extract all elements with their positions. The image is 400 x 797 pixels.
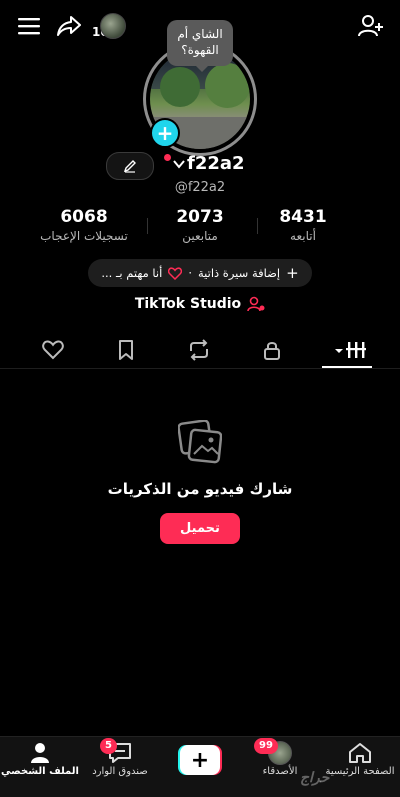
tabs-divider [0, 368, 400, 369]
photo-memories-icon [178, 420, 222, 464]
likes-label: تسجيلات الإعجاب [40, 229, 128, 243]
profile-icon [31, 743, 49, 763]
bio-pill[interactable]: + إضافة سيرة ذاتية · أنا مهتم بـ ... [88, 259, 312, 287]
stat-following[interactable]: 8431 أتابعه [248, 207, 358, 243]
nav-inbox[interactable]: 5 صندوق الوارد [80, 738, 160, 777]
divider [257, 218, 258, 234]
note-bubble[interactable]: الشاي أم القهوة؟ [167, 20, 233, 72]
add-bio-label[interactable]: إضافة سيرة ذاتية [198, 266, 280, 280]
nav-inbox-label: صندوق الوارد [92, 766, 148, 777]
nav-home[interactable]: الصفحة الرئيسية [320, 740, 400, 777]
nav-profile[interactable]: الملف الشخصي [0, 740, 80, 777]
followers-label: متابعين [182, 229, 218, 243]
bookmark-icon [119, 340, 133, 360]
viewer-thumbnail [100, 13, 126, 39]
studio-label: TikTok Studio [134, 296, 242, 312]
create-button[interactable]: + [178, 745, 222, 775]
add-friend-icon[interactable] [356, 11, 386, 41]
pencil-icon [123, 160, 136, 173]
empty-state-title: شارك فيديو من الذكريات [107, 480, 293, 498]
heart-outline-icon [42, 340, 64, 360]
profile-views-badge[interactable]: 10 [92, 13, 126, 39]
upload-button[interactable]: تحميل [160, 513, 240, 544]
create-plus: + [180, 745, 220, 775]
followers-count: 2073 [176, 207, 224, 227]
tab-liked[interactable] [33, 338, 73, 362]
heart-icon [168, 266, 183, 280]
friends-badge: 99 [254, 738, 278, 754]
following-count: 8431 [279, 207, 327, 227]
inbox-badge: 5 [100, 738, 117, 754]
plus-icon: + [286, 264, 299, 282]
grid-videos-icon [335, 342, 366, 358]
likes-count: 6068 [60, 207, 108, 227]
nav-profile-label: الملف الشخصي [1, 766, 79, 777]
watermark: حراج [300, 770, 330, 786]
separator: · [188, 266, 192, 280]
tab-reposts[interactable] [179, 338, 219, 362]
user-handle: @f22a2 [174, 180, 226, 195]
interest-label[interactable]: أنا مهتم بـ ... [101, 266, 162, 280]
active-tab-indicator [322, 366, 372, 368]
person-badge-icon [247, 296, 265, 312]
home-icon [349, 743, 371, 763]
username: f22a2 [187, 153, 245, 174]
chevron-down-icon [173, 159, 185, 169]
repost-icon [190, 339, 208, 361]
stat-likes[interactable]: 6068 تسجيلات الإعجاب [28, 207, 140, 243]
divider [147, 218, 148, 234]
tab-saved[interactable] [106, 338, 146, 362]
tab-private[interactable] [252, 338, 292, 362]
nav-home-label: الصفحة الرئيسية [325, 766, 395, 777]
share-icon[interactable] [54, 11, 84, 41]
tab-videos[interactable] [327, 338, 371, 362]
status-dot [164, 154, 171, 161]
following-label: أتابعه [290, 229, 316, 243]
add-avatar-button[interactable]: + [150, 118, 180, 148]
menu-icon[interactable] [14, 11, 44, 41]
username-row[interactable]: f22a2 [172, 153, 245, 174]
stat-followers[interactable]: 2073 متابعين [145, 207, 255, 243]
tiktok-studio-link[interactable]: TikTok Studio [0, 296, 400, 312]
lock-icon [264, 342, 280, 360]
edit-profile-button[interactable] [106, 152, 154, 180]
